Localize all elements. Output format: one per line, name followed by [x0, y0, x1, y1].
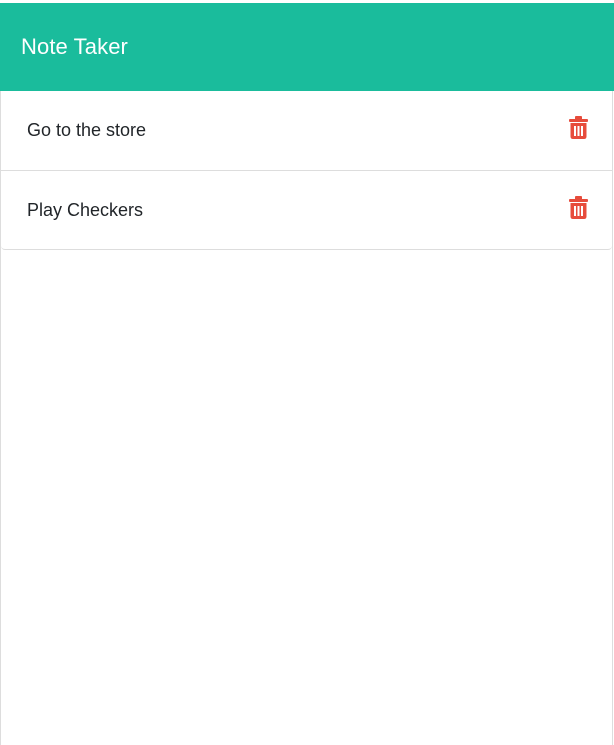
trash-icon[interactable]	[568, 195, 588, 219]
app-title[interactable]: Note Taker	[21, 34, 128, 60]
navbar: Note Taker	[0, 3, 614, 91]
trash-icon-graphic	[568, 116, 588, 139]
trash-icon[interactable]	[568, 116, 588, 140]
note-title[interactable]: Play Checkers	[27, 200, 143, 221]
note-item[interactable]: Play Checkers	[1, 170, 612, 249]
notes-list: Go to the store Play Checkers	[1, 91, 612, 250]
note-item[interactable]: Go to the store	[1, 91, 612, 170]
trash-icon-graphic	[568, 195, 588, 219]
note-title[interactable]: Go to the store	[27, 120, 146, 141]
notes-panel: Go to the store Play Checkers	[0, 91, 613, 745]
